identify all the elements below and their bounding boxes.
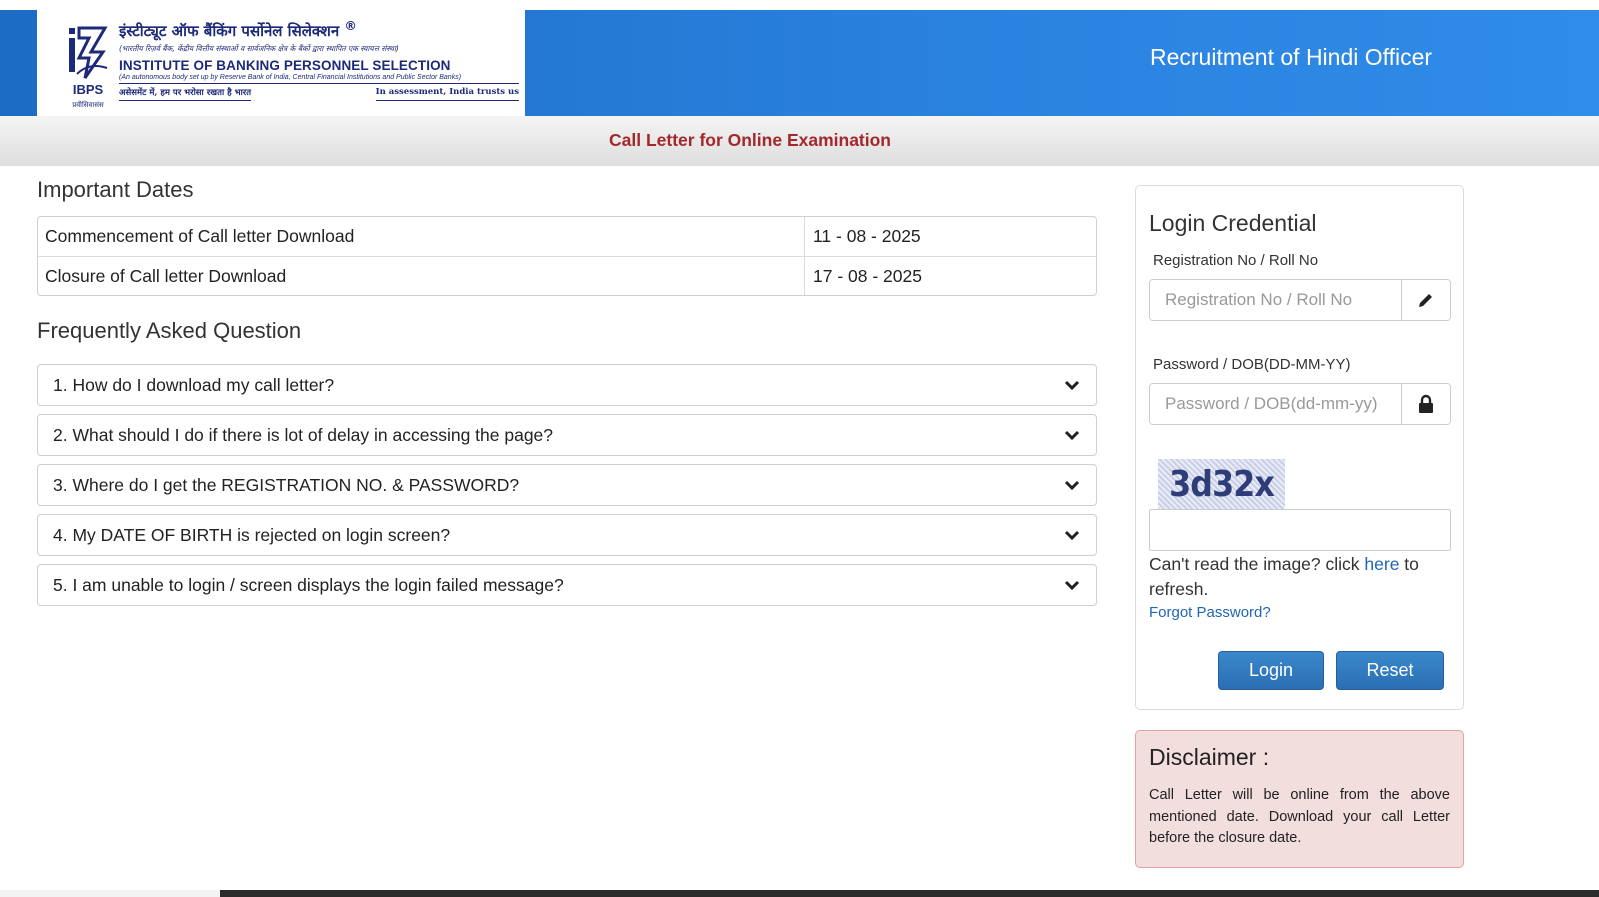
logo-tagline-hindi: असेसमेंट में, हम पर भरोसा रखता है भारत	[119, 87, 252, 101]
faq-heading: Frequently Asked Question	[37, 318, 302, 343]
logo-hindi-name: इंस्टीट्यूट ऑफ बैंकिंग पर्सोनेल सिलेक्शन…	[119, 18, 357, 40]
bottom-bar	[0, 890, 1599, 897]
header-title: Recruitment of Hindi Officer	[1150, 44, 1433, 70]
date-label: Closure of Call letter Download	[38, 257, 805, 295]
logo-text: इंस्टीट्यूट ऑफ बैंकिंग पर्सोनेल सिलेक्शन…	[119, 18, 519, 101]
faq-question: 3. Where do I get the REGISTRATION NO. &…	[53, 474, 520, 495]
captcha-help: Can't read the image? click here to refr…	[1149, 554, 1419, 599]
logo-hindi-subtitle: (भारतीय रिज़र्व बैंक, केंद्रीय वित्तीय स…	[119, 44, 399, 53]
faq-item-2[interactable]: 2. What should I do if there is lot of d…	[37, 414, 1097, 456]
password-input-group	[1149, 383, 1451, 425]
registration-input-group	[1149, 279, 1451, 321]
faq-question: 1. How do I download my call letter?	[53, 374, 335, 395]
lock-icon	[1419, 394, 1433, 413]
logo-english-name: INSTITUTE OF BANKING PERSONNEL SELECTION	[119, 58, 451, 73]
password-addon	[1401, 384, 1450, 424]
password-label: Password / DOB(DD-MM-YY)	[1153, 356, 1351, 373]
emblem-abbr: IBPS	[73, 82, 104, 97]
ibps-emblem-icon: IBPS प्रवीसिवासंस	[69, 26, 108, 109]
chevron-down-icon	[1064, 380, 1080, 391]
logo-tagline-english: In assessment, India trusts us	[375, 87, 519, 101]
forgot-password-link[interactable]: Forgot Password?	[1149, 604, 1271, 621]
captcha-refresh-link[interactable]: here	[1364, 554, 1399, 574]
important-dates-heading: Important Dates	[37, 177, 194, 202]
faq-item-4[interactable]: 4. My DATE OF BIRTH is rejected on login…	[37, 514, 1097, 556]
top-strip	[0, 0, 1599, 10]
faq-question: 4. My DATE OF BIRTH is rejected on login…	[53, 524, 451, 545]
page-header: IBPS प्रवीसिवासंस इंस्टीट्यूट ऑफ बैंकिंग…	[0, 10, 1599, 116]
password-input[interactable]	[1150, 384, 1401, 424]
registration-label: Registration No / Roll No	[1153, 252, 1319, 269]
pencil-icon	[1419, 292, 1434, 307]
logo-taglines: असेसमेंट में, हम पर भरोसा रखता है भारत I…	[119, 87, 519, 101]
captcha-image: 3d32x	[1158, 459, 1285, 510]
faq-question: 5. I am unable to login / screen display…	[53, 574, 564, 595]
date-label: Commencement of Call letter Download	[38, 217, 805, 256]
page-subtitle: Call Letter for Online Examination	[609, 130, 891, 150]
chevron-down-icon	[1064, 480, 1080, 491]
table-row: Commencement of Call letter Download 11 …	[38, 217, 1096, 256]
faq-item-5[interactable]: 5. I am unable to login / screen display…	[37, 564, 1097, 606]
disclaimer-text: Call Letter will be online from the abov…	[1149, 787, 1450, 846]
emblem-hindi: प्रवीसिवासंस	[72, 100, 104, 109]
faq-list: 1. How do I download my call letter? 2. …	[37, 364, 1097, 614]
faq-item-3[interactable]: 3. Where do I get the REGISTRATION NO. &…	[37, 464, 1097, 506]
faq-item-1[interactable]: 1. How do I download my call letter?	[37, 364, 1097, 406]
registration-input[interactable]	[1150, 280, 1401, 320]
login-button[interactable]: Login	[1218, 651, 1324, 690]
subtitle-bar: Call Letter for Online Examination	[0, 116, 1599, 166]
date-value: 17 - 08 - 2025	[813, 265, 922, 286]
faq-question: 2. What should I do if there is lot of d…	[53, 424, 554, 445]
chevron-down-icon	[1064, 580, 1080, 591]
login-panel: Login Credential Registration No / Roll …	[1135, 185, 1464, 710]
login-title: Login Credential	[1149, 210, 1317, 236]
disclaimer-box: Disclaimer : Call Letter will be online …	[1135, 730, 1464, 868]
captcha-input[interactable]	[1149, 509, 1451, 551]
ibps-logo: IBPS प्रवीसिवासंस इंस्टीट्यूट ऑफ बैंकिंग…	[37, 10, 525, 116]
reset-button[interactable]: Reset	[1336, 651, 1444, 690]
registration-addon	[1401, 280, 1450, 320]
disclaimer-title: Disclaimer :	[1149, 744, 1270, 770]
chevron-down-icon	[1064, 530, 1080, 541]
chevron-down-icon	[1064, 430, 1080, 441]
bottom-bar-left	[0, 890, 220, 897]
logo-english-subtitle: (An autonomous body set up by Reserve Ba…	[119, 74, 519, 84]
table-row: Closure of Call letter Download 17 - 08 …	[38, 256, 1096, 295]
captcha-text: 3d32x	[1169, 464, 1275, 505]
important-dates-table: Commencement of Call letter Download 11 …	[37, 216, 1097, 296]
date-value: 11 - 08 - 2025	[813, 226, 921, 246]
